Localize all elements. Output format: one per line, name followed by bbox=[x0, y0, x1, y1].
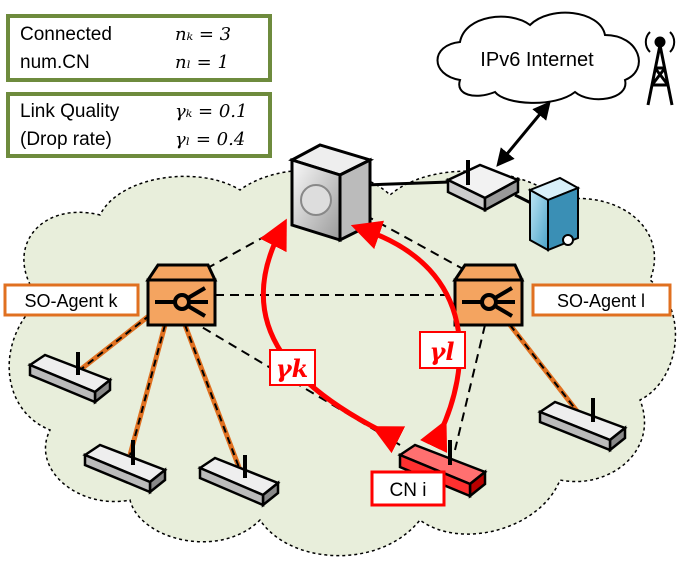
so-agent-l-icon[interactable] bbox=[452, 263, 525, 327]
legend-quality: Link Quality (Drop rate) γₖ = 0.1 γₗ = 0… bbox=[6, 92, 272, 158]
cell-tower-icon bbox=[644, 31, 676, 106]
svg-text:(Drop rate): (Drop rate) bbox=[20, 129, 112, 150]
svg-text:Connected: Connected bbox=[20, 24, 112, 45]
cn-label: CN i bbox=[390, 480, 427, 501]
so-agent-k-icon[interactable] bbox=[145, 263, 218, 327]
agent-k-label: SO-Agent k bbox=[24, 291, 118, 311]
internet-link bbox=[496, 101, 551, 167]
svg-text:num.CN: num.CN bbox=[20, 52, 90, 73]
gamma-k-label: γk bbox=[276, 354, 308, 383]
svg-text:nₗ = 1: nₗ = 1 bbox=[175, 52, 229, 73]
svg-text:γₗ = 0.4: γₗ = 0.4 bbox=[175, 129, 245, 150]
legend-connected: Connected num.CN nₖ = 3 nₗ = 1 bbox=[6, 14, 272, 82]
server-icon bbox=[527, 176, 581, 252]
agent-l-label: SO-Agent l bbox=[557, 291, 645, 311]
svg-text:nₖ = 3: nₖ = 3 bbox=[175, 24, 231, 45]
gamma-l-label: γl bbox=[430, 337, 455, 366]
core-switch-icon bbox=[288, 143, 375, 243]
svg-text:Link Quality: Link Quality bbox=[20, 101, 120, 122]
network-diagram: IPv6 Internet SO-Agent k SO-Agent l CN i… bbox=[0, 0, 685, 574]
internet-label: IPv6 Internet bbox=[480, 49, 594, 71]
svg-text:γₖ = 0.1: γₖ = 0.1 bbox=[175, 101, 247, 122]
